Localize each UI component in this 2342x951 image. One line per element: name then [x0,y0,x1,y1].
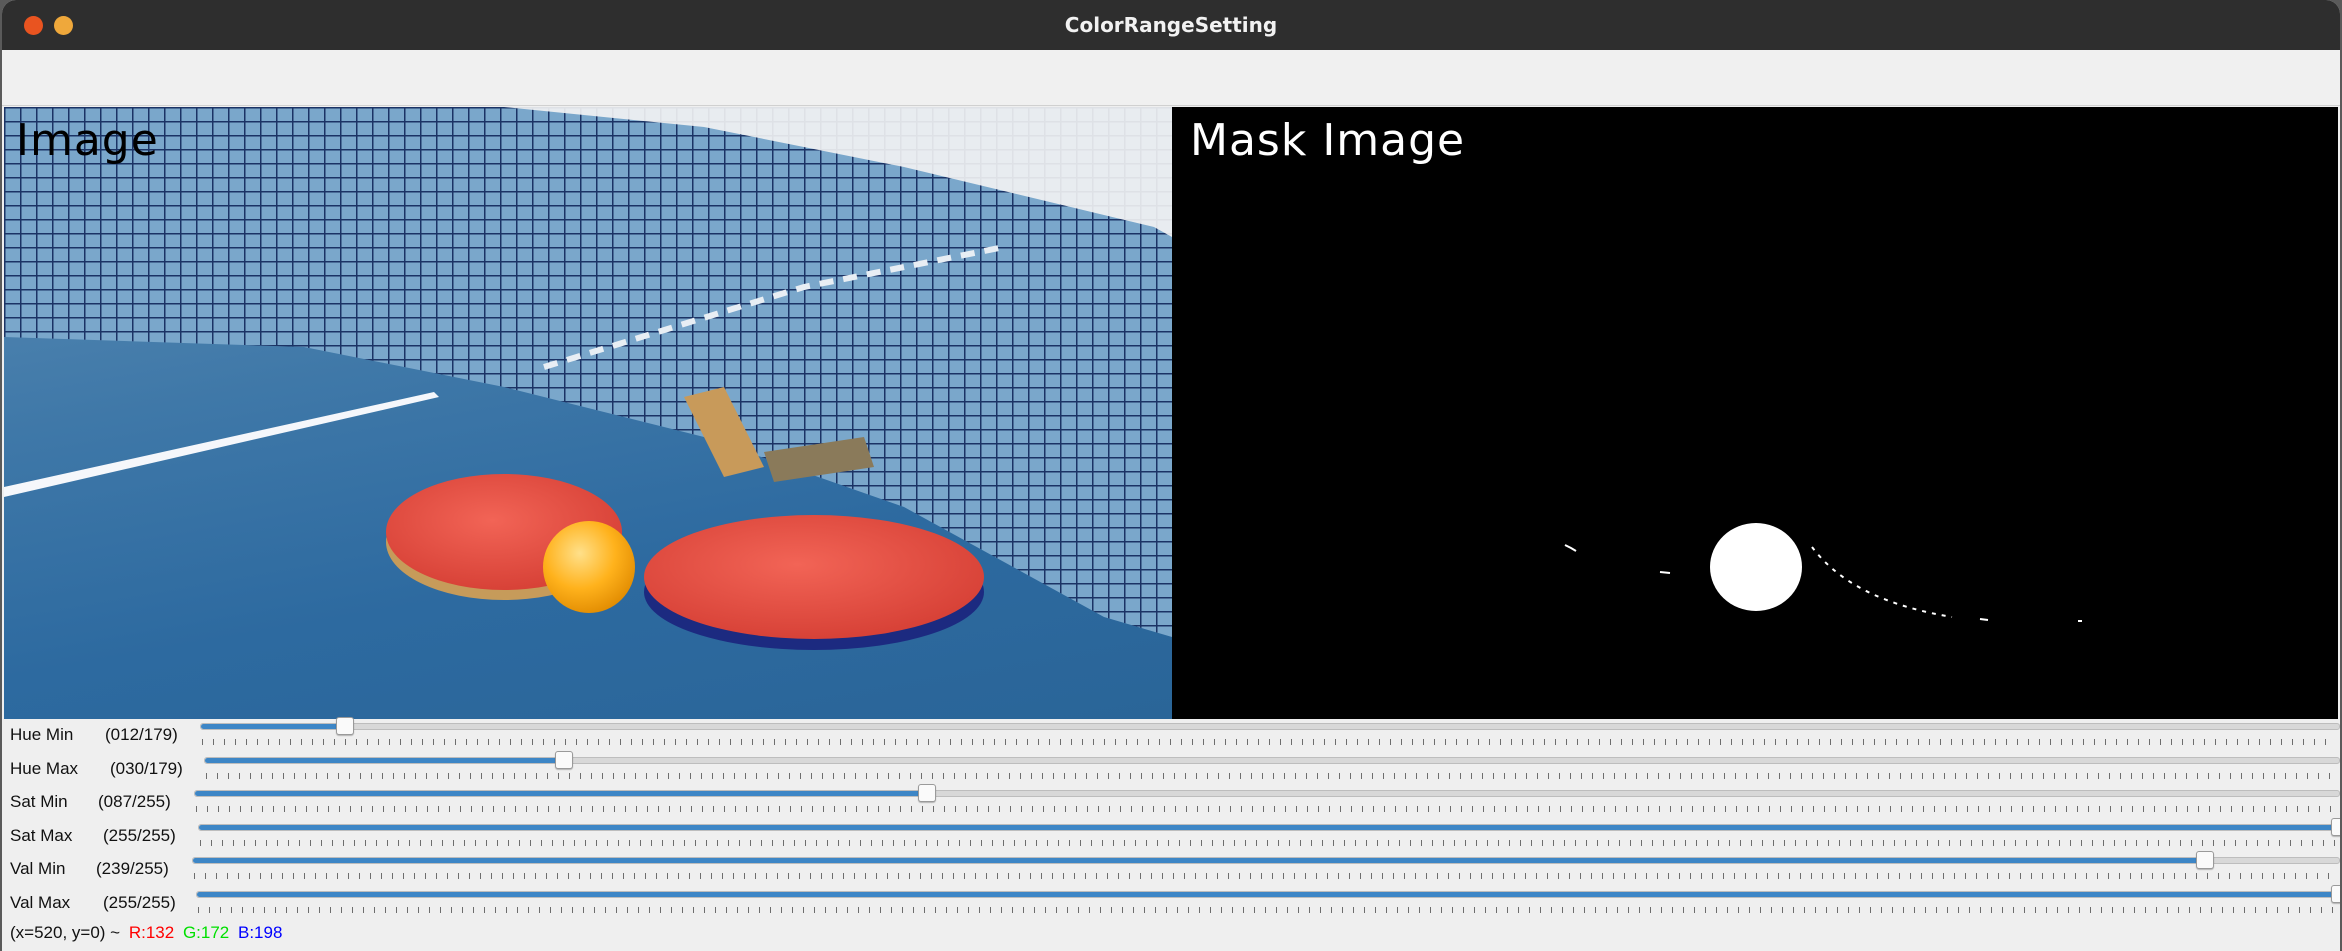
trackbar-ticks [206,773,2336,779]
trackbar-value: (030/179) [110,759,183,778]
toolbar-area [2,50,2340,106]
trackbar-hue-max: Hue Max (030/179) [4,751,2340,786]
trackbar-ticks [202,739,2336,745]
trackbar-ticks [194,873,2336,879]
trackbar-slider[interactable] [194,784,2340,802]
trackbar-label: Val Max [10,893,71,912]
trackbar-ticks [200,840,2336,846]
trackbar-handle[interactable] [2331,885,2340,903]
trackbar-slider[interactable] [196,885,2340,903]
image-display-area[interactable]: Image Mask Image [4,107,2338,719]
trackbar-slider[interactable] [204,751,2340,769]
trackbar-value: (255/255) [103,893,176,912]
trackbar-handle[interactable] [2196,851,2215,869]
trackbar-val-max: Val Max (255/255) [4,885,2340,920]
trackbar-ticks [196,806,2336,812]
status-coords: (x=520, y=0) ~ [10,923,121,942]
trackbar-label: Sat Max [10,826,73,845]
trackbar-fill [201,724,345,729]
trackbar-sat-min: Sat Min (087/255) [4,784,2340,819]
trackbar-hue-min: Hue Min (012/179) [4,717,2340,752]
trackbar-fill [199,825,2339,830]
trackbar-value: (255/255) [103,826,176,845]
status-bar: (x=520, y=0) ~ R:132 G:172 B:198 [10,923,282,943]
trackbar-label: Val Min [10,859,66,878]
status-green: G:172 [182,923,230,942]
mask-shapes [1564,523,2082,622]
window-title: ColorRangeSetting [1064,13,1278,37]
trackbar-fill [193,858,2205,863]
trackbar-val-min: Val Min (239/255) [4,851,2340,886]
trackbar-label: Hue Max [10,759,79,778]
trackbar-sat-max: Sat Max (255/255) [4,818,2340,853]
title-bar[interactable]: ColorRangeSetting [2,0,2340,50]
trackbar-value: (012/179) [105,725,178,744]
status-blue: B:198 [237,923,283,942]
mask-image-label: Mask Image [1190,115,1466,166]
trackbar-slider[interactable] [198,818,2340,836]
app-window: ColorRangeSetting Image Mask Image Hue M… [2,0,2340,951]
trackbar-fill [205,758,563,763]
trackbar-handle[interactable] [2331,818,2340,836]
trackbar-panel: Hue Min (012/179) Hue Max (030/179) Sat Min (… [4,717,2340,951]
trackbar-fill [195,791,927,796]
trackbar-slider[interactable] [200,717,2340,735]
trackbar-value: (087/255) [98,792,171,811]
trackbar-handle[interactable] [336,717,355,735]
trackbar-label: Sat Min [10,792,68,811]
trackbar-handle[interactable] [918,784,937,802]
trackbar-ticks [198,907,2336,913]
source-image[interactable]: Image [4,107,1172,719]
status-red: R:132 [128,923,175,942]
trackbar-fill [197,892,2339,897]
table-tennis-photo [4,107,1172,650]
mask-image[interactable]: Mask Image [1172,107,2338,719]
trackbar-slider[interactable] [192,851,2340,869]
trackbar-handle[interactable] [554,751,573,769]
trackbar-value: (239/255) [96,859,169,878]
image-label: Image [16,115,159,166]
trackbar-label: Hue Min [10,725,74,744]
